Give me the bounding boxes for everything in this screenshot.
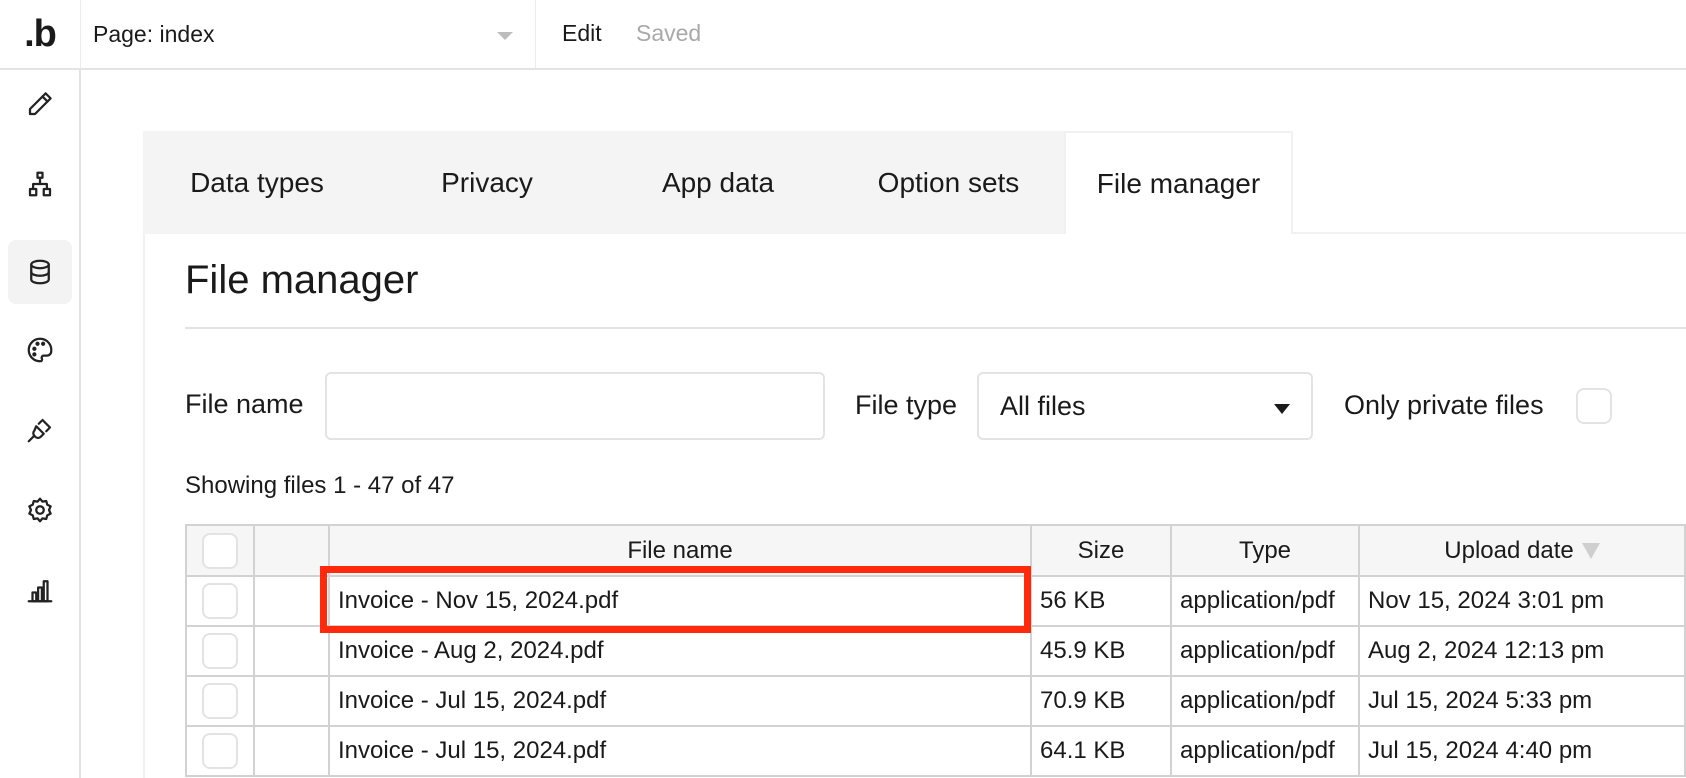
row-checkbox[interactable]: [202, 633, 238, 669]
file-name-cell[interactable]: Invoice - Jul 15, 2024.pdf: [328, 677, 1030, 725]
upload-date-cell: Jul 15, 2024 4:40 pm: [1358, 727, 1686, 775]
upload-date-cell: Jul 15, 2024 5:33 pm: [1358, 677, 1686, 725]
row-blank-cell: [253, 577, 328, 625]
file-type-cell: application/pdf: [1170, 577, 1358, 625]
row-checkbox[interactable]: [202, 683, 238, 719]
table-row[interactable]: Invoice - Jul 15, 2024.pdf 70.9 KB appli…: [185, 677, 1686, 727]
file-type-label: File type: [855, 390, 958, 420]
file-size-cell: 70.9 KB: [1030, 677, 1170, 725]
caret-down-icon: [1274, 404, 1290, 414]
files-table: File name Size Type Upload date Invoice …: [185, 524, 1686, 777]
file-size-cell: 64.1 KB: [1030, 727, 1170, 775]
select-all-checkbox[interactable]: [202, 532, 238, 569]
sidebar-item-workflow[interactable]: [8, 152, 72, 216]
row-blank-cell: [253, 627, 328, 675]
upload-date-cell: Nov 15, 2024 3:01 pm: [1358, 577, 1686, 625]
file-name-cell[interactable]: Invoice - Jul 15, 2024.pdf: [328, 727, 1030, 775]
file-type-cell: application/pdf: [1170, 727, 1358, 775]
database-icon: [30, 259, 50, 285]
sidebar-item-logs[interactable]: [8, 558, 72, 622]
row-select-cell: [185, 677, 253, 725]
tab-file-manager[interactable]: File manager: [1064, 131, 1293, 234]
sidebar-item-styles[interactable]: [8, 318, 72, 382]
file-type-value: All files: [1000, 390, 1086, 421]
tab-app-data[interactable]: App data: [603, 131, 833, 234]
row-select-cell: [185, 577, 253, 625]
hierarchy-icon: [28, 171, 52, 197]
sidebar-item-data[interactable]: [8, 240, 72, 304]
bar-chart-icon: [27, 580, 53, 603]
file-type-cell: application/pdf: [1170, 627, 1358, 675]
column-header-file-name[interactable]: File name: [328, 526, 1030, 575]
tab-privacy[interactable]: Privacy: [371, 131, 603, 234]
row-blank-cell: [253, 677, 328, 725]
table-row[interactable]: Invoice - Jul 15, 2024.pdf 64.1 KB appli…: [185, 727, 1686, 777]
chevron-down-icon: [497, 32, 513, 40]
file-name-label: File name: [185, 389, 304, 419]
sidebar-item-design[interactable]: [8, 72, 72, 136]
app-logo[interactable]: .b: [0, 0, 81, 68]
row-select-cell: [185, 627, 253, 675]
upload-date-label: Upload date: [1444, 536, 1574, 564]
file-name-input[interactable]: [325, 372, 825, 440]
file-size-cell: 56 KB: [1030, 577, 1170, 625]
row-checkbox[interactable]: [202, 733, 238, 769]
header-select-cell: [185, 526, 253, 575]
top-bar: .b Page: index Edit Saved: [0, 0, 1686, 70]
tab-data-types[interactable]: Data types: [143, 131, 371, 234]
page-title: File manager: [185, 258, 419, 302]
sidebar-item-plugins[interactable]: [8, 398, 72, 462]
row-blank-cell: [253, 727, 328, 775]
private-files-label: Only private files: [1344, 390, 1544, 420]
page-selector[interactable]: Page: index: [81, 0, 536, 68]
row-select-cell: [185, 727, 253, 775]
plug-icon: [27, 418, 52, 443]
results-count: Showing files 1 - 47 of 47: [185, 472, 455, 499]
table-header: File name Size Type Upload date: [185, 524, 1686, 577]
title-divider: [185, 327, 1686, 329]
sort-descending-icon: [1581, 542, 1600, 559]
header-blank-cell: [253, 526, 328, 575]
sidebar-item-settings[interactable]: [8, 478, 72, 542]
file-size-cell: 45.9 KB: [1030, 627, 1170, 675]
row-checkbox[interactable]: [202, 583, 238, 619]
file-name-cell[interactable]: Invoice - Nov 15, 2024.pdf: [328, 577, 1030, 625]
save-status: Saved: [636, 20, 702, 46]
page-selector-label: Page: index: [93, 20, 215, 47]
file-type-select[interactable]: All files: [977, 372, 1313, 440]
tab-bar: Data types Privacy App data Option sets …: [143, 131, 1686, 234]
file-name-cell[interactable]: Invoice - Aug 2, 2024.pdf: [328, 627, 1030, 675]
edit-menu[interactable]: Edit: [562, 20, 602, 47]
pencil-icon: [28, 92, 52, 116]
column-header-type[interactable]: Type: [1170, 526, 1358, 575]
logo-text: .b: [24, 13, 57, 55]
upload-date-cell: Aug 2, 2024 12:13 pm: [1358, 627, 1686, 675]
tab-option-sets[interactable]: Option sets: [833, 131, 1064, 234]
private-files-checkbox[interactable]: [1576, 388, 1612, 424]
file-type-cell: application/pdf: [1170, 677, 1358, 725]
sidebar: [0, 70, 81, 778]
gear-icon: [28, 497, 52, 523]
column-header-upload-date[interactable]: Upload date: [1358, 526, 1686, 575]
table-row[interactable]: Invoice - Aug 2, 2024.pdf 45.9 KB applic…: [185, 627, 1686, 677]
table-row[interactable]: Invoice - Nov 15, 2024.pdf 56 KB applica…: [185, 577, 1686, 627]
column-header-size[interactable]: Size: [1030, 526, 1170, 575]
palette-icon: [27, 337, 53, 363]
